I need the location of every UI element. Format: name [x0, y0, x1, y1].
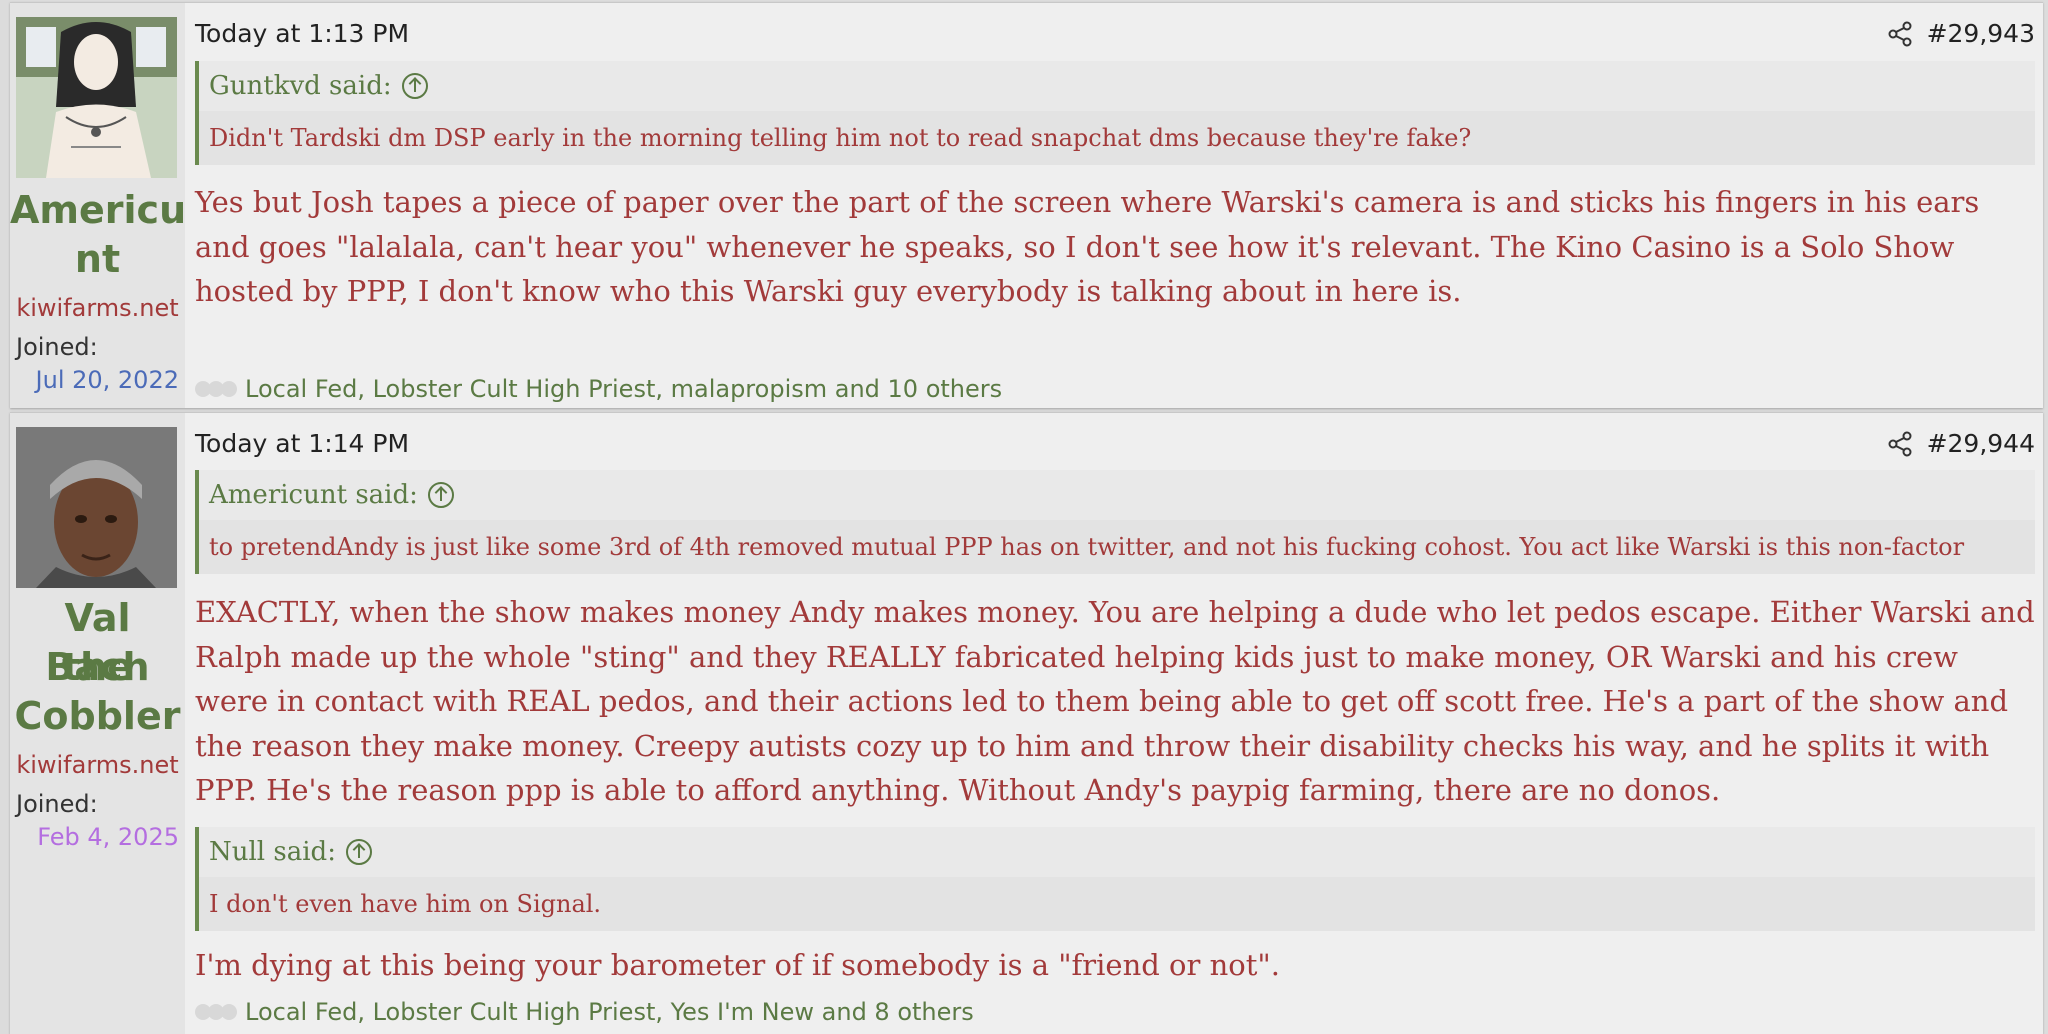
quote-jump-arrow-icon[interactable] — [345, 839, 372, 865]
username-line-2[interactable]: the — [10, 643, 185, 692]
quote-author[interactable]: Guntkvd said: — [209, 61, 392, 111]
quote-jump-arrow-icon[interactable] — [427, 482, 454, 508]
user-pane: Val Bach the Cobbler kiwifarms.net Joine… — [10, 413, 185, 1034]
username-line-3[interactable]: Cobbler — [10, 692, 185, 741]
post-body-reply: I'm dying at this being your barometer o… — [195, 948, 1280, 982]
joined-date: Feb 4, 2025 — [37, 823, 179, 851]
reaction-bar[interactable]: Local Fed, Lobster Cult High Priest, mal… — [195, 375, 1002, 403]
reaction-dot-icon — [221, 1004, 237, 1020]
user-pane: Americu nt kiwifarms.net Joined: Jul 20,… — [10, 3, 186, 408]
quote-text: to pretendAndy is just like some 3rd of … — [199, 520, 2035, 574]
quote-header[interactable]: Guntkvd said: — [199, 61, 2035, 111]
username-line-2[interactable]: nt — [10, 235, 185, 284]
post-29943: Americu nt kiwifarms.net Joined: Jul 20,… — [10, 2, 2043, 408]
user-avatar[interactable] — [16, 17, 177, 178]
post-timestamp[interactable]: Today at 1:13 PM — [195, 19, 409, 48]
post-number-group: #29,943 — [1887, 19, 2035, 48]
user-site: kiwifarms.net — [16, 294, 179, 322]
reaction-icons — [195, 1001, 245, 1023]
quote-block: Americunt said: to pretendAndy is just l… — [195, 470, 2035, 574]
quote-author[interactable]: Americunt said: — [209, 470, 418, 520]
reaction-bar[interactable]: Local Fed, Lobster Cult High Priest, Yes… — [195, 998, 974, 1026]
reaction-icons — [195, 378, 245, 400]
user-site: kiwifarms.net — [16, 751, 179, 779]
post-main: Today at 1:14 PM #29,944 Americunt said:… — [195, 413, 2035, 1034]
joined-label: Joined: — [16, 333, 98, 361]
joined-date: Jul 20, 2022 — [35, 366, 179, 394]
post-29944: Val Bach the Cobbler kiwifarms.net Joine… — [10, 412, 2043, 1034]
quote-block: Null said: I don't even have him on Sign… — [195, 827, 2035, 931]
post-body: Yes but Josh tapes a piece of paper over… — [195, 185, 1980, 308]
post-timestamp[interactable]: Today at 1:14 PM — [195, 429, 409, 458]
quote-header[interactable]: Americunt said: — [199, 470, 2035, 520]
cartoon-long-haired-man-avatar — [16, 17, 177, 178]
joined-label: Joined: — [16, 790, 98, 818]
quote-text: I don't even have him on Signal. — [199, 877, 2035, 931]
post-number[interactable]: #29,944 — [1927, 429, 2035, 458]
quote-jump-arrow-icon[interactable] — [401, 73, 428, 99]
man-in-grey-beanie-avatar — [16, 427, 177, 588]
reaction-users[interactable]: Local Fed, Lobster Cult High Priest, mal… — [245, 375, 1002, 403]
quote-text: Didn't Tardski dm DSP early in the morni… — [199, 111, 2035, 165]
post-main: Today at 1:13 PM #29,943 Guntkvd said: D… — [195, 3, 2035, 408]
post-number[interactable]: #29,943 — [1927, 19, 2035, 48]
username-line-1[interactable]: Americu — [10, 186, 186, 235]
user-avatar[interactable] — [16, 427, 177, 588]
post-body: EXACTLY, when the show makes money Andy … — [195, 595, 2035, 807]
quote-header[interactable]: Null said: — [199, 827, 2035, 877]
post-number-group: #29,944 — [1887, 429, 2035, 458]
reaction-dot-icon — [221, 381, 237, 397]
reaction-users[interactable]: Local Fed, Lobster Cult High Priest, Yes… — [245, 998, 974, 1026]
share-icon[interactable] — [1887, 431, 1913, 457]
quote-block: Guntkvd said: Didn't Tardski dm DSP earl… — [195, 61, 2035, 165]
quote-author[interactable]: Null said: — [209, 827, 336, 877]
share-icon[interactable] — [1887, 21, 1913, 47]
